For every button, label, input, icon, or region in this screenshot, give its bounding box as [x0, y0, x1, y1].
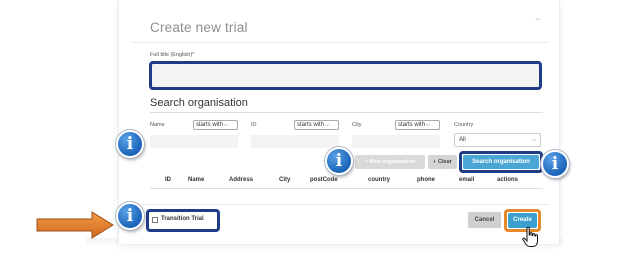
- eraser-icon: ◐: [433, 159, 437, 165]
- search-organisation-button[interactable]: Search organisation: [463, 155, 539, 169]
- name-operator-value: starts with: [196, 122, 224, 128]
- full-title-label: Full title (English)*: [150, 52, 195, 58]
- hand-cursor-icon: [522, 226, 538, 247]
- name-operator-select[interactable]: starts with⌵: [193, 120, 238, 130]
- chevron-down-icon: ⌵: [224, 122, 228, 128]
- id-operator-select[interactable]: starts with⌵: [294, 120, 339, 130]
- column-header-postcode: postCode: [310, 177, 338, 183]
- id-operator-value: starts with: [297, 122, 325, 128]
- name-input[interactable]: [150, 135, 238, 148]
- cancel-button[interactable]: Cancel: [468, 212, 501, 228]
- page: Create new trial ⌃ Full title (English)*…: [0, 0, 617, 271]
- column-header-email: email: [459, 177, 475, 183]
- column-header-actions: actions: [497, 177, 519, 183]
- name-label: Name: [150, 122, 165, 128]
- info-icon: i: [116, 130, 144, 158]
- info-icon: i: [116, 202, 144, 230]
- modal-title: Create new trial: [150, 20, 248, 35]
- city-label: City: [352, 122, 362, 128]
- transition-trial-label[interactable]: Transition Trial: [161, 216, 204, 222]
- id-input[interactable]: [251, 135, 339, 148]
- new-organisation-button[interactable]: + New organisation: [355, 155, 425, 169]
- column-header-country: country: [368, 177, 391, 183]
- full-title-input[interactable]: [149, 61, 542, 90]
- column-header-address: Address: [229, 177, 254, 183]
- chevron-down-icon: ⌵: [325, 122, 329, 128]
- create-trial-modal: Create new trial ⌃ Full title (English)*…: [118, 0, 560, 244]
- close-icon[interactable]: ⌃: [533, 16, 542, 29]
- info-icon: i: [325, 147, 353, 175]
- transition-trial-highlight: Transition Trial: [146, 209, 220, 232]
- divider: [131, 42, 549, 43]
- clear-button[interactable]: ◐ Clear: [428, 155, 457, 169]
- country-value: All: [459, 137, 466, 143]
- column-header-id: ID: [165, 177, 171, 183]
- id-label: ID: [251, 122, 257, 128]
- country-select[interactable]: All ⌵: [454, 133, 541, 147]
- chevron-down-icon: ⌵: [426, 122, 430, 128]
- city-operator-select[interactable]: starts with⌵: [395, 120, 440, 130]
- country-label: Country: [454, 122, 474, 128]
- column-header-city: City: [279, 177, 291, 183]
- divider: [131, 204, 549, 205]
- info-icon: i: [541, 150, 569, 178]
- city-operator-value: starts with: [398, 122, 426, 128]
- arrow-right-icon: [36, 211, 114, 239]
- column-header-phone: phone: [417, 177, 435, 183]
- search-organisation-highlight: Search organisation: [459, 151, 543, 173]
- clear-label: Clear: [438, 159, 452, 165]
- transition-trial-checkbox[interactable]: [152, 217, 158, 223]
- divider: [150, 188, 543, 189]
- chevron-down-icon: ⌵: [532, 137, 536, 143]
- column-header-name: Name: [188, 177, 205, 183]
- divider: [150, 112, 543, 113]
- city-input[interactable]: [352, 135, 440, 148]
- search-organisation-heading: Search organisation: [150, 97, 248, 109]
